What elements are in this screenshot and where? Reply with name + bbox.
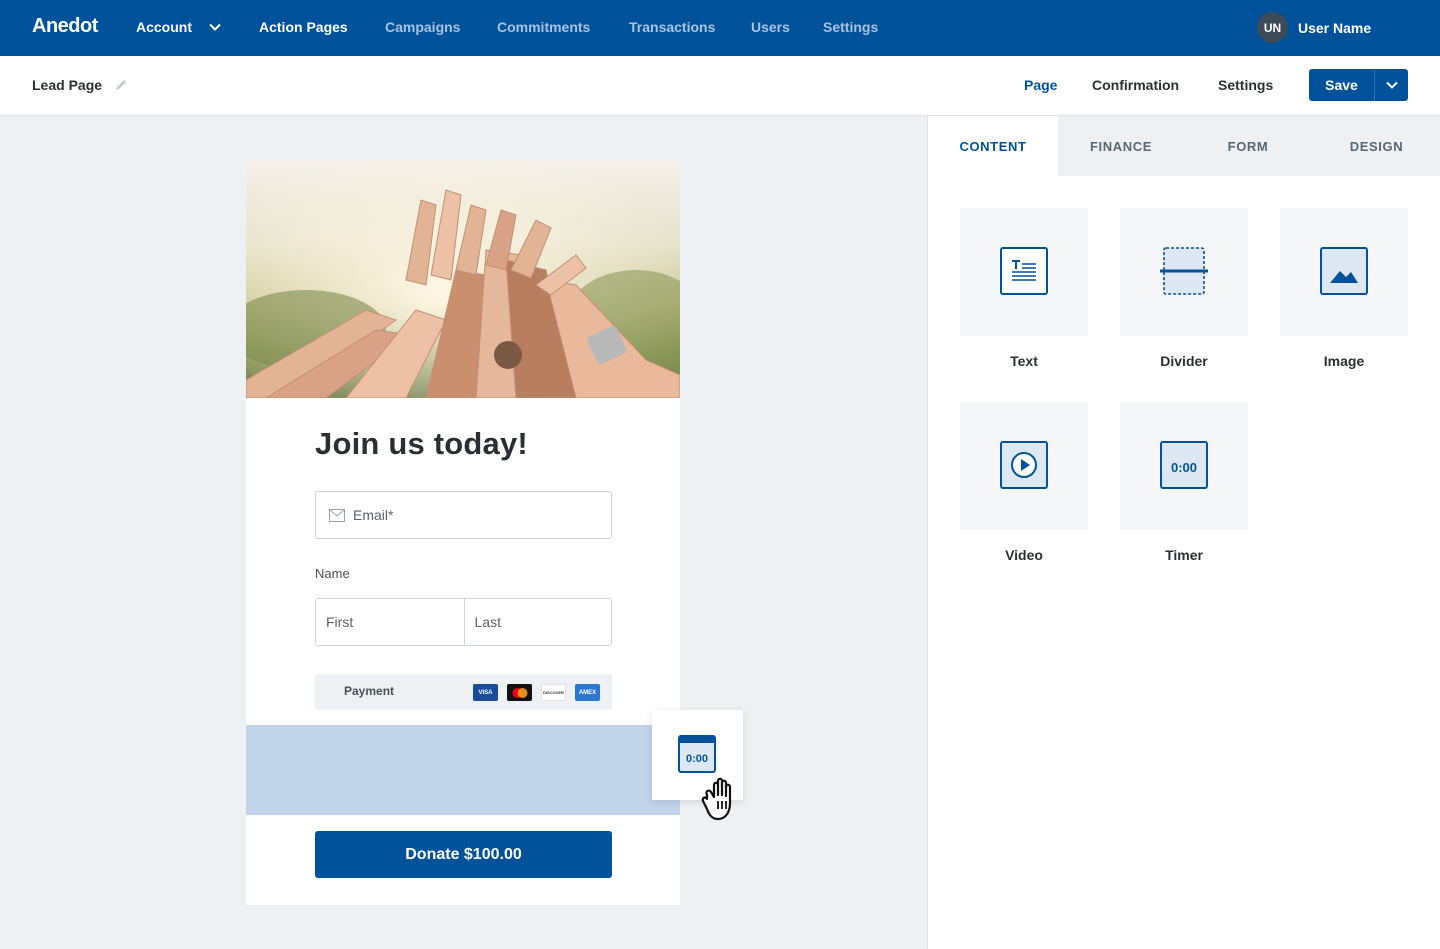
hero-image[interactable]	[246, 160, 680, 398]
save-options-button[interactable]	[1375, 69, 1408, 101]
last-name-placeholder: Last	[474, 614, 501, 630]
visa-icon: VISA	[473, 684, 498, 701]
nav-item-action-pages[interactable]: Action Pages	[259, 19, 348, 35]
avatar[interactable]: UN	[1257, 12, 1288, 43]
page-title: Lead Page	[32, 77, 103, 93]
email-placeholder: Email*	[353, 507, 394, 523]
nav-item-commitments[interactable]: Commitments	[497, 19, 590, 35]
amex-icon: AMEX	[575, 684, 600, 701]
block-divider[interactable]	[1120, 208, 1248, 336]
drag-timer-text: 0:00	[686, 753, 708, 765]
block-text-label: Text	[1010, 353, 1038, 369]
video-icon	[1000, 441, 1048, 489]
nav-item-account[interactable]: Account	[136, 19, 192, 35]
envelope-icon	[329, 509, 345, 522]
page-preview: Join us today! Email* Name First Last Pa…	[246, 160, 680, 905]
mastercard-logo	[512, 687, 527, 698]
block-divider-label: Divider	[1160, 353, 1208, 369]
text-icon	[1000, 247, 1048, 295]
tab-page[interactable]: Page	[1024, 77, 1057, 93]
chevron-down-icon	[1385, 81, 1398, 89]
discover-icon: DISCOVER	[541, 684, 566, 701]
brand-logo[interactable]: Anedot	[32, 15, 98, 38]
page-toolbar: Lead Page Page Confirmation Settings Sav…	[0, 56, 1440, 116]
save-button[interactable]: Save	[1309, 69, 1375, 101]
tab-settings[interactable]: Settings	[1218, 77, 1273, 93]
grab-hand-icon	[701, 777, 732, 821]
image-icon	[1320, 247, 1368, 295]
nav-item-campaigns[interactable]: Campaigns	[385, 19, 460, 35]
tab-design[interactable]: DESIGN	[1312, 116, 1440, 176]
name-fields: First Last	[315, 598, 612, 646]
timer-text: 0:00	[1171, 460, 1197, 475]
nav-item-users[interactable]: Users	[751, 19, 790, 35]
card-logos: VISA DISCOVER AMEX	[473, 684, 600, 701]
hands-photo	[246, 160, 680, 398]
block-video[interactable]	[960, 402, 1088, 530]
nav-item-transactions[interactable]: Transactions	[629, 19, 715, 35]
block-video-label: Video	[1005, 547, 1043, 563]
panel-tabs: CONTENT FINANCE FORM DESIGN	[928, 116, 1440, 176]
block-text[interactable]	[960, 208, 1088, 336]
mastercard-icon	[507, 684, 532, 701]
first-name-placeholder: First	[326, 614, 354, 630]
block-timer-label: Timer	[1165, 547, 1203, 563]
payment-label: Payment	[344, 684, 395, 698]
timer-icon: 0:00	[678, 735, 716, 773]
drop-zone[interactable]	[246, 725, 680, 815]
form-title[interactable]: Join us today!	[315, 426, 528, 462]
tab-finance[interactable]: FINANCE	[1058, 116, 1184, 176]
blocks-panel: CONTENT FINANCE FORM DESIGN Text Divider…	[927, 116, 1440, 949]
user-name[interactable]: User Name	[1298, 20, 1371, 36]
email-field[interactable]: Email*	[315, 491, 612, 539]
tab-content[interactable]: CONTENT	[928, 116, 1058, 176]
last-name-field[interactable]: Last	[463, 599, 612, 645]
pencil-icon[interactable]	[114, 78, 128, 92]
save-button-group: Save	[1309, 69, 1408, 101]
first-name-field[interactable]: First	[316, 599, 464, 645]
tab-form[interactable]: FORM	[1184, 116, 1312, 176]
chevron-down-icon[interactable]	[208, 20, 222, 34]
block-timer[interactable]: 0:00	[1120, 402, 1248, 530]
block-image[interactable]	[1280, 208, 1408, 336]
user-menu[interactable]: UN User Name	[1257, 12, 1371, 43]
name-label: Name	[315, 566, 350, 581]
divider-icon	[1160, 247, 1208, 295]
tab-confirmation[interactable]: Confirmation	[1092, 77, 1179, 93]
block-image-label: Image	[1323, 353, 1365, 369]
timer-icon: 0:00	[1160, 441, 1208, 489]
nav-item-settings[interactable]: Settings	[823, 19, 878, 35]
donate-button[interactable]: Donate $100.00	[315, 831, 612, 878]
top-nav: Anedot Account Action Pages Campaigns Co…	[0, 0, 1440, 56]
payment-section[interactable]: Payment VISA DISCOVER AMEX	[315, 674, 612, 710]
